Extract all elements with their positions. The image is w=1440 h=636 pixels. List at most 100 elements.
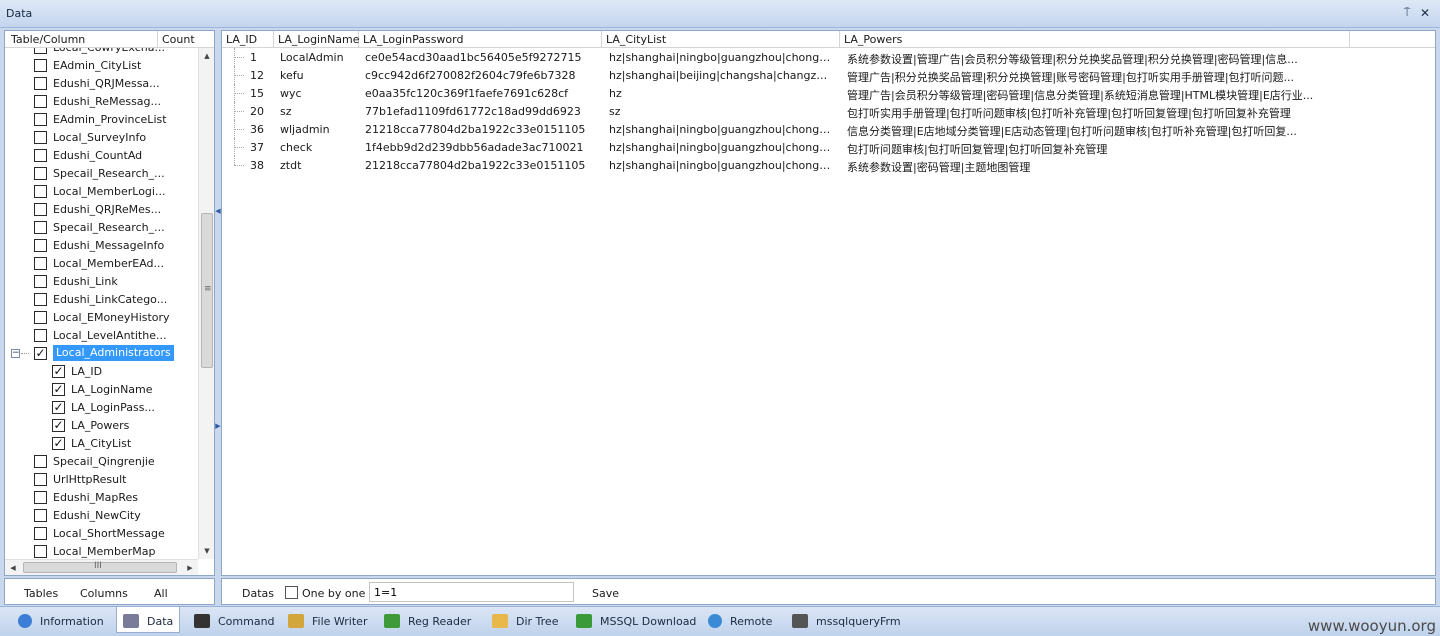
one-by-one-checkbox[interactable] — [285, 586, 298, 599]
tables-button[interactable]: Tables — [24, 587, 58, 600]
table-cell[interactable]: ztdt — [280, 159, 360, 172]
tree-item-checkbox[interactable] — [34, 221, 47, 234]
scroll-right-icon[interactable]: ▶ — [182, 560, 198, 576]
tree-table-item[interactable]: Edushi_CountAd — [5, 146, 198, 164]
tab-command[interactable]: Command — [188, 611, 281, 633]
scroll-thumb[interactable]: ≡ — [201, 213, 213, 368]
tree-table-item[interactable]: Edushi_ReMessag... — [5, 92, 198, 110]
tree-item-checkbox[interactable] — [34, 329, 47, 342]
tab-reg-reader[interactable]: Reg Reader — [378, 611, 477, 633]
table-cell[interactable]: hz|shanghai|beijing|changsha|changzhou|c… — [609, 69, 834, 82]
tree-column-item[interactable]: ✓ LA_LoginName — [5, 380, 198, 398]
tree-table-item[interactable]: Specail_Qingrenjie — [5, 452, 198, 470]
tab-dir-tree[interactable]: Dir Tree — [486, 611, 564, 633]
table-cell[interactable]: 包打听问题审核|包打听回复管理|包打听回复补充管理 — [847, 141, 1347, 157]
table-row[interactable]: 1 LocalAdmin ce0e54acd30aad1bc56405e5f9272… — [222, 48, 1435, 66]
table-cell[interactable]: 36 — [250, 123, 270, 136]
tree-table-item[interactable]: EAdmin_CityList — [5, 56, 198, 74]
tree-table-item[interactable]: Local_MemberLogi... — [5, 182, 198, 200]
tree-item-checkbox[interactable] — [34, 275, 47, 288]
table-row[interactable]: 20 sz 77b1efad1109fd61772c18ad99dd6923 sz 包打… — [222, 102, 1435, 120]
table-cell[interactable]: LocalAdmin — [280, 51, 360, 64]
collapse-icon[interactable]: − — [11, 349, 20, 358]
table-cell[interactable]: hz|shanghai|ningbo|guangzhou|chongqing|.… — [609, 159, 834, 172]
tree-item-checkbox[interactable] — [34, 509, 47, 522]
tree-vertical-scrollbar[interactable]: ▲ ≡ ▼ — [198, 48, 214, 559]
close-icon[interactable]: ✕ — [1418, 6, 1432, 20]
table-row[interactable]: 37 check 1f4ebb9d2d239dbb56adade3ac710021 h… — [222, 138, 1435, 156]
table-cell[interactable]: ce0e54acd30aad1bc56405e5f9272715 — [365, 51, 600, 64]
table-cell[interactable]: 1f4ebb9d2d239dbb56adade3ac710021 — [365, 141, 600, 154]
table-row[interactable]: 12 kefu c9cc942d6f270082f2604c79fe6b7328 hz… — [222, 66, 1435, 84]
tab-mssql-download[interactable]: MSSQL Download — [570, 611, 702, 633]
tree-item-checkbox[interactable] — [34, 311, 47, 324]
table-cell[interactable]: sz — [280, 105, 360, 118]
table-row[interactable]: 36 wljadmin 21218cca77804d2ba1922c33e01511… — [222, 120, 1435, 138]
tab-mssqlqueryfrm[interactable]: mssqlqueryFrm — [786, 611, 907, 633]
tree-column-item[interactable]: ✓ LA_LoginPass... — [5, 398, 198, 416]
table-cell[interactable]: 管理广告|积分兑换奖品管理|积分兑换管理|账号密码管理|包打听实用手册管理|包打… — [847, 69, 1347, 85]
tree-item-checkbox[interactable]: ✓ — [52, 419, 65, 432]
tree-item-checkbox[interactable] — [34, 239, 47, 252]
tree-column-item[interactable]: ✓ LA_ID — [5, 362, 198, 380]
tree-table-item[interactable]: Local_MemberMap — [5, 542, 198, 559]
table-cell[interactable]: 1 — [250, 51, 270, 64]
where-clause-input[interactable] — [369, 582, 574, 602]
tree-item-checkbox[interactable] — [34, 167, 47, 180]
tab-remote[interactable]: Remote — [702, 611, 778, 633]
tree-column-item[interactable]: ✓ LA_CityList — [5, 434, 198, 452]
tree-item-checkbox[interactable] — [34, 455, 47, 468]
table-cell[interactable]: wyc — [280, 87, 360, 100]
tree-table-item[interactable]: Local_LevelAntithe... — [5, 326, 198, 344]
tree-table-item[interactable]: UrlHttpResult — [5, 470, 198, 488]
table-cell[interactable]: 12 — [250, 69, 270, 82]
tree-header-count[interactable]: Count — [157, 31, 203, 47]
tree-table-item[interactable]: Local_ShortMessage — [5, 524, 198, 542]
tree-column-item[interactable]: ✓ LA_Powers — [5, 416, 198, 434]
columns-button[interactable]: Columns — [80, 587, 128, 600]
tree-table-item[interactable]: Edushi_NewCity — [5, 506, 198, 524]
tree-item-checkbox[interactable]: ✓ — [52, 401, 65, 414]
table-cell[interactable]: 77b1efad1109fd61772c18ad99dd6923 — [365, 105, 600, 118]
tree-item-checkbox[interactable]: ✓ — [52, 437, 65, 450]
column-header[interactable]: LA_Powers — [840, 31, 1350, 47]
table-cell[interactable]: 信息分类管理|E店地域分类管理|E店动态管理|包打听问题审核|包打听补充管理|包… — [847, 123, 1347, 139]
tree-item-checkbox[interactable] — [34, 527, 47, 540]
tree-item-checkbox[interactable] — [34, 113, 47, 126]
table-cell[interactable]: 15 — [250, 87, 270, 100]
table-cell[interactable]: hz|shanghai|ningbo|guangzhou|chongqing|.… — [609, 141, 834, 154]
table-cell[interactable]: 系统参数设置|密码管理|主题地图管理 — [847, 159, 1347, 175]
column-header[interactable]: LA_CityList — [602, 31, 840, 47]
table-cell[interactable]: hz|shanghai|ningbo|guangzhou|chongqing|.… — [609, 51, 834, 64]
tab-file-writer[interactable]: File Writer — [282, 611, 373, 633]
table-cell[interactable]: 37 — [250, 141, 270, 154]
table-cell[interactable]: kefu — [280, 69, 360, 82]
table-cell[interactable]: sz — [609, 105, 834, 118]
tree-table-item[interactable]: Local_SurveyInfo — [5, 128, 198, 146]
tree-table-item[interactable]: EAdmin_ProvinceList — [5, 110, 198, 128]
pin-icon[interactable]: ⍑ — [1400, 6, 1414, 20]
tree-item-checkbox[interactable]: ✓ — [52, 365, 65, 378]
table-cell[interactable]: c9cc942d6f270082f2604c79fe6b7328 — [365, 69, 600, 82]
tree-header-table-column[interactable]: Table/Column — [11, 33, 85, 46]
tree-item-checkbox[interactable] — [34, 293, 47, 306]
tree-item-checkbox[interactable] — [34, 77, 47, 90]
tree-item-checkbox[interactable] — [34, 545, 47, 558]
table-cell[interactable]: hz|shanghai|ningbo|guangzhou|chongqing|.… — [609, 123, 834, 136]
tree-item-checkbox[interactable] — [34, 257, 47, 270]
table-cell[interactable]: 38 — [250, 159, 270, 172]
tree-table-item[interactable]: Edushi_MessageInfo — [5, 236, 198, 254]
scroll-thumb-horizontal[interactable]: III — [23, 561, 177, 573]
table-cell[interactable]: e0aa35fc120c369f1faefe7691c628cf — [365, 87, 600, 100]
tab-data[interactable]: Data — [116, 607, 181, 633]
tree-item-checkbox[interactable] — [34, 203, 47, 216]
table-cell[interactable]: 管理广告|会员积分等级管理|密码管理|信息分类管理|系统短消息管理|HTML模块… — [847, 87, 1347, 103]
column-header[interactable]: LA_LoginPassword — [359, 31, 602, 47]
tree-table-item[interactable]: Edushi_QRJMessa... — [5, 74, 198, 92]
scroll-down-icon[interactable]: ▼ — [199, 543, 215, 559]
table-cell[interactable]: 包打听实用手册管理|包打听问题审核|包打听补充管理|包打听回复管理|包打听回复补… — [847, 105, 1347, 121]
tree-item-checkbox[interactable] — [34, 149, 47, 162]
tree-table-item[interactable]: Specail_Research_... — [5, 218, 198, 236]
tree-item-checkbox[interactable]: ✓ — [34, 347, 47, 360]
tab-information[interactable]: Information — [12, 611, 110, 633]
